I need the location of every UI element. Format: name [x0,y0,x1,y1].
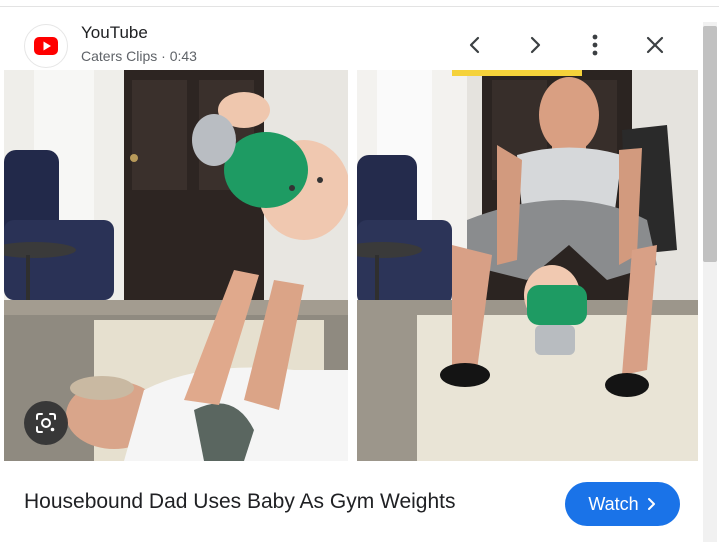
channel-name: Caters Clips [81,48,158,64]
close-button[interactable] [639,29,671,61]
youtube-logo-icon[interactable] [24,24,68,68]
scrollbar-thumb[interactable] [703,26,717,262]
video-title[interactable]: Housebound Dad Uses Baby As Gym Weights [24,490,456,514]
video-thumbnail-right[interactable] [357,70,698,461]
watch-button-label: Watch [588,493,639,514]
previous-button[interactable] [459,29,491,61]
google-lens-icon [36,413,56,433]
meta-separator: · [161,48,166,64]
close-icon [646,36,664,54]
watch-button[interactable]: Watch [565,482,680,526]
video-duration: 0:43 [169,48,197,64]
source-name[interactable]: YouTube [81,23,148,43]
chevron-right-icon [647,498,655,510]
more-vert-icon [592,34,598,56]
chevron-left-icon [469,36,480,54]
google-lens-button[interactable] [24,401,68,445]
chevron-right-icon [530,36,541,54]
next-button[interactable] [519,29,551,61]
image-viewer-panel: YouTube Caters Clips · 0:43 Housebound D… [0,6,719,543]
more-options-button[interactable] [579,29,611,61]
source-meta: Caters Clips · 0:43 [81,48,197,64]
